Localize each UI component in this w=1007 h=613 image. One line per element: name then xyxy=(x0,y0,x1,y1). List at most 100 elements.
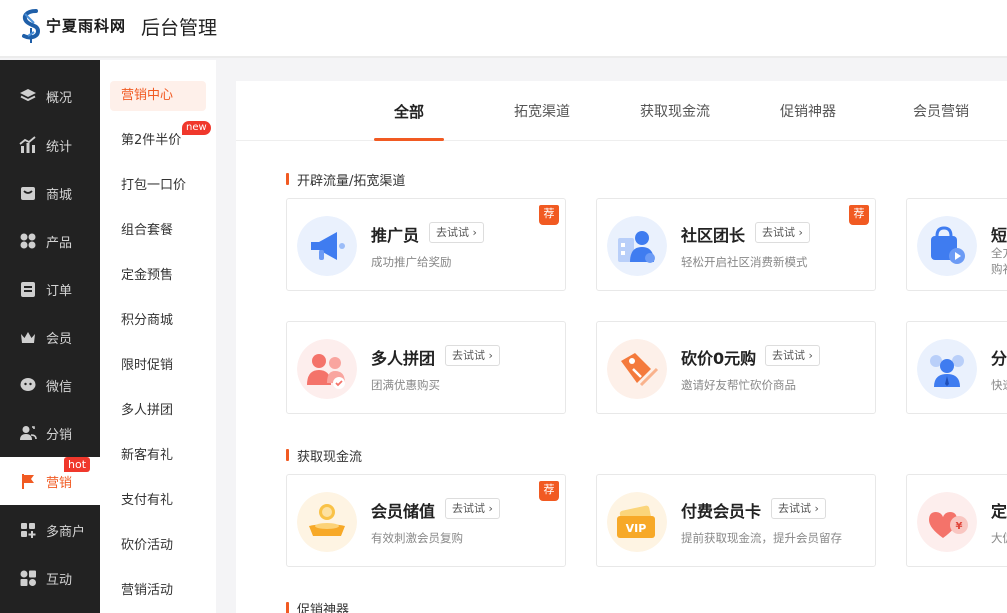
megaphone-icon xyxy=(297,216,357,276)
deposit-heart-icon: ¥ xyxy=(917,492,977,552)
sidebar-item-orders[interactable]: 订单 xyxy=(0,265,100,313)
gold-ingot-icon xyxy=(297,492,357,552)
submenu-item-flash-sale[interactable]: 限时促销 xyxy=(110,351,206,381)
card-deposit[interactable]: ¥ 定 大促 xyxy=(906,474,1007,567)
tab-promotion-tools[interactable]: 促销神器 xyxy=(780,101,836,121)
top-header: 宁夏雨科网 后台管理 xyxy=(0,0,1007,58)
sidebar-item-label: 统计 xyxy=(46,140,73,155)
users-icon xyxy=(20,426,37,440)
sidebar-item-label: 概况 xyxy=(46,91,73,106)
submenu-item-points-mall[interactable]: 积分商城 xyxy=(110,306,206,336)
sidebar-item-interaction[interactable]: 互动 xyxy=(0,554,100,602)
card-title: 定 xyxy=(991,502,1007,521)
community-leader-icon xyxy=(607,216,667,276)
card-title: 社区团长 xyxy=(681,226,746,245)
tab-all[interactable]: 全部 xyxy=(394,101,424,122)
card-description: 提前获取现金流，提升会员留存 xyxy=(681,531,842,545)
system-title: 后台管理 xyxy=(141,17,218,39)
flag-icon xyxy=(22,474,34,489)
submenu-item-presale[interactable]: 定金预售 xyxy=(110,261,206,291)
sidebar-item-label: 会员 xyxy=(46,332,73,347)
crown-icon xyxy=(21,332,35,343)
sidebar-item-marketing[interactable]: 营销 hot xyxy=(0,457,100,505)
sidebar-item-label: 互动 xyxy=(46,573,73,588)
active-tab-indicator xyxy=(374,138,444,141)
card-promoter[interactable]: 推广员 去试试 › 成功推广给奖励 荐 xyxy=(286,198,566,291)
card-description-line-2: 购补 xyxy=(991,262,1007,276)
chart-icon xyxy=(19,136,36,153)
recommend-badge: 荐 xyxy=(849,205,869,225)
sidebar-item-overview[interactable]: 概况 xyxy=(0,72,100,120)
card-paid-membership[interactable]: VIP 付费会员卡 去试试 › 提前获取现金流，提升会员留存 xyxy=(596,474,876,567)
sidebar-item-label: 多商户 xyxy=(46,525,86,540)
sidebar-item-label: 订单 xyxy=(46,284,73,299)
section-title: 开辟流量/拓宽渠道 xyxy=(286,170,405,189)
card-description: 快速 xyxy=(991,378,1007,392)
sidebar-item-distribution[interactable]: 分销 xyxy=(0,409,100,457)
tab-channels[interactable]: 拓宽渠道 xyxy=(514,101,570,121)
submenu-item-combo[interactable]: 组合套餐 xyxy=(110,216,206,246)
card-description: 团满优惠购买 xyxy=(371,378,440,392)
sidebar-item-label: 商城 xyxy=(46,188,73,203)
card-distribution[interactable]: 分 快速 xyxy=(906,321,1007,414)
sidebar-item-label: 营销 xyxy=(46,476,73,491)
vip-text: VIP xyxy=(626,522,647,535)
wechat-icon xyxy=(20,378,36,391)
recommend-badge: 荐 xyxy=(539,481,559,501)
tab-cash-flow[interactable]: 获取现金流 xyxy=(640,101,710,121)
section-title: 获取现金流 xyxy=(286,446,362,465)
sidebar-item-mall[interactable]: 商城 xyxy=(0,169,100,217)
try-button[interactable]: 去试试 › xyxy=(445,498,500,519)
card-description: 有效刺激会员复购 xyxy=(371,531,463,545)
try-button[interactable]: 去试试 › xyxy=(755,222,810,243)
tab-member-marketing[interactable]: 会员营销 xyxy=(913,101,969,121)
store-icon xyxy=(21,187,35,200)
submenu-item-payment-gift[interactable]: 支付有礼 xyxy=(110,486,206,516)
sidebar-item-members[interactable]: 会员 xyxy=(0,313,100,361)
card-description: 轻松开启社区消费新模式 xyxy=(681,255,808,269)
vip-card-icon: VIP xyxy=(607,492,667,552)
submenu-item-group-buy[interactable]: 多人拼团 xyxy=(110,396,206,426)
card-title: 多人拼团 xyxy=(371,349,436,368)
hot-badge: hot xyxy=(64,457,91,472)
sidebar-item-label: 产品 xyxy=(46,236,73,251)
card-title: 会员储值 xyxy=(371,502,436,521)
card-short-video[interactable]: 短 全方 购补 xyxy=(906,198,1007,291)
new-badge: new xyxy=(182,121,211,135)
card-title: 短 xyxy=(991,226,1007,245)
sidebar-item-label: 分销 xyxy=(46,428,73,443)
recommend-badge: 荐 xyxy=(539,205,559,225)
layers-icon xyxy=(20,89,36,102)
card-member-stored-value[interactable]: 会员储值 去试试 › 有效刺激会员复购 荐 xyxy=(286,474,566,567)
marketing-center-panel: 全部 拓宽渠道 获取现金流 促销神器 会员营销 开辟流量/拓宽渠道 推广员 去试… xyxy=(236,81,1007,613)
try-button[interactable]: 去试试 › xyxy=(771,498,826,519)
card-group-buy[interactable]: 多人拼团 去试试 › 团满优惠购买 xyxy=(286,321,566,414)
card-title: 付费会员卡 xyxy=(681,502,762,521)
brand-name: 宁夏雨科网 xyxy=(46,17,127,35)
sidebar-item-label: 微信 xyxy=(46,380,73,395)
yen-text: ¥ xyxy=(956,521,963,532)
video-bag-icon xyxy=(917,216,977,276)
main-sidebar: 概况 统计 商城 产品 订单 会员 微信 分销 营销 hot 多商户 互动 xyxy=(0,60,100,613)
try-button[interactable]: 去试试 › xyxy=(429,222,484,243)
try-button[interactable]: 去试试 › xyxy=(765,345,820,366)
submenu-item-bargain[interactable]: 砍价活动 xyxy=(110,531,206,561)
sidebar-item-products[interactable]: 产品 xyxy=(0,217,100,265)
grid-icon xyxy=(20,233,36,249)
marketing-submenu: 营销中心 第2件半价 打包一口价 组合套餐 定金预售 积分商城 限时促销 多人拼… xyxy=(100,60,216,613)
category-tabs: 全部 拓宽渠道 获取现金流 促销神器 会员营销 xyxy=(236,81,1007,141)
sidebar-item-stats[interactable]: 统计 xyxy=(0,121,100,169)
sidebar-item-multi-merchant[interactable]: 多商户 xyxy=(0,506,100,554)
submenu-item-new-customer[interactable]: 新客有礼 xyxy=(110,441,206,471)
submenu-item-bundle-price[interactable]: 打包一口价 xyxy=(110,171,206,201)
submenu-item-marketing-center[interactable]: 营销中心 xyxy=(110,81,206,111)
card-title: 推广员 xyxy=(371,226,420,245)
card-community-leader[interactable]: 社区团长 去试试 › 轻松开启社区消费新模式 荐 xyxy=(596,198,876,291)
logo-icon xyxy=(22,9,41,43)
sidebar-item-wechat[interactable]: 微信 xyxy=(0,361,100,409)
card-bargain-free[interactable]: 砍价0元购 去试试 › 邀请好友帮忙砍价商品 xyxy=(596,321,876,414)
group-buy-icon xyxy=(297,339,357,399)
try-button[interactable]: 去试试 › xyxy=(445,345,500,366)
submenu-item-campaigns[interactable]: 营销活动 xyxy=(110,576,206,606)
card-description: 成功推广给奖励 xyxy=(371,255,452,269)
